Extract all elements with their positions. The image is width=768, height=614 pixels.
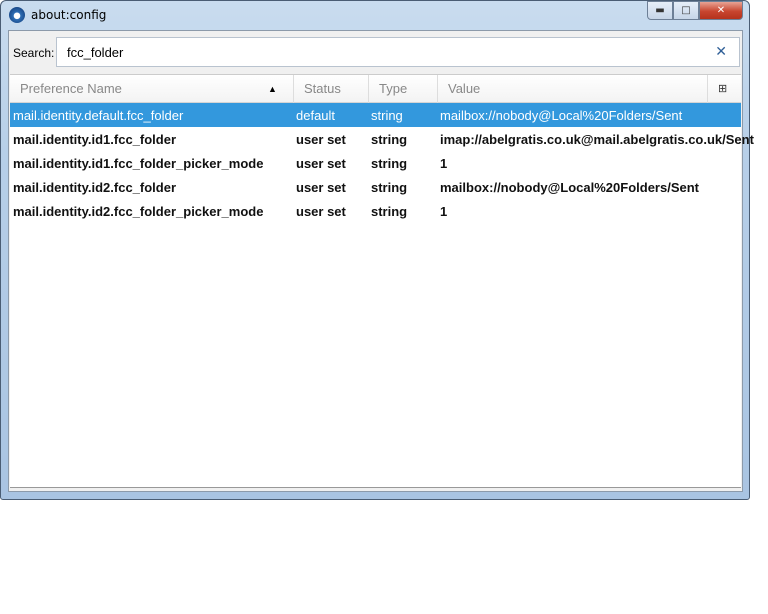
title-bar[interactable]: about:config ▬ □ ✕: [1, 1, 749, 29]
cell-type: string: [371, 204, 408, 219]
cell-status: user set: [296, 204, 346, 219]
thunderbird-icon: [9, 7, 25, 23]
cell-value: mailbox://nobody@Local%20Folders/Sent: [440, 108, 683, 123]
cell-status: user set: [296, 180, 346, 195]
maximize-button[interactable]: □: [673, 1, 699, 20]
about-config-window: about:config ▬ □ ✕ Search: ✕ Preference …: [0, 0, 754, 500]
search-box[interactable]: ✕: [56, 37, 740, 67]
column-header-row: Preference Name ▲ Status Type Value ⊞: [10, 75, 741, 103]
cell-value: 1: [440, 204, 448, 219]
search-input[interactable]: [67, 45, 687, 60]
close-button[interactable]: ✕: [699, 1, 743, 20]
cell-name: mail.identity.id1.fcc_folder_picker_mode: [13, 156, 264, 171]
column-header-type[interactable]: Type: [369, 75, 438, 103]
column-label: Type: [379, 81, 408, 96]
minimize-button[interactable]: ▬: [647, 1, 673, 20]
column-header-value[interactable]: Value: [438, 75, 708, 103]
cell-type: string: [371, 180, 408, 195]
column-header-status[interactable]: Status: [294, 75, 369, 103]
search-row: Search: ✕: [9, 31, 742, 74]
column-picker-icon[interactable]: ⊞: [708, 75, 741, 103]
column-header-preference-name[interactable]: Preference Name ▲: [10, 75, 294, 103]
cell-name: mail.identity.id2.fcc_folder_picker_mode: [13, 204, 264, 219]
preferences-tree[interactable]: Preference Name ▲ Status Type Value ⊞ mai…: [10, 74, 754, 488]
cell-status: user set: [296, 132, 346, 147]
cell-value: mailbox://nobody@Local%20Folders/Sent: [440, 180, 699, 195]
column-label: Value: [448, 81, 481, 96]
table-row[interactable]: mail.identity.id1.fcc_folder_picker_mode…: [10, 151, 741, 175]
sort-ascending-icon: ▲: [268, 84, 277, 94]
cell-status: user set: [296, 156, 346, 171]
table-row[interactable]: mail.identity.id1.fcc_folder user set stri…: [10, 127, 754, 151]
cell-name: mail.identity.default.fcc_folder: [13, 108, 184, 123]
cell-name: mail.identity.id1.fcc_folder: [13, 132, 177, 147]
cell-type: string: [371, 108, 403, 123]
column-label: Status: [304, 81, 341, 96]
client-area: Search: ✕ Preference Name ▲ Status Type V…: [8, 30, 754, 492]
table-row[interactable]: mail.identity.id2.fcc_folder user set stri…: [10, 175, 741, 199]
cell-value: imap://abelgratis.co.uk@mail.abelgratis.…: [440, 132, 754, 147]
cell-name: mail.identity.id2.fcc_folder: [13, 180, 177, 195]
column-label: Preference Name: [20, 81, 122, 96]
table-row[interactable]: mail.identity.default.fcc_folder default s…: [10, 103, 741, 127]
search-label: Search:: [13, 46, 55, 60]
cell-type: string: [371, 132, 408, 147]
cell-status: default: [296, 108, 336, 123]
cell-value: 1: [440, 156, 448, 171]
clear-search-icon[interactable]: ✕: [715, 44, 727, 60]
table-row[interactable]: mail.identity.id2.fcc_folder_picker_mode…: [10, 199, 741, 223]
cell-type: string: [371, 156, 408, 171]
window-title: about:config: [31, 8, 107, 22]
